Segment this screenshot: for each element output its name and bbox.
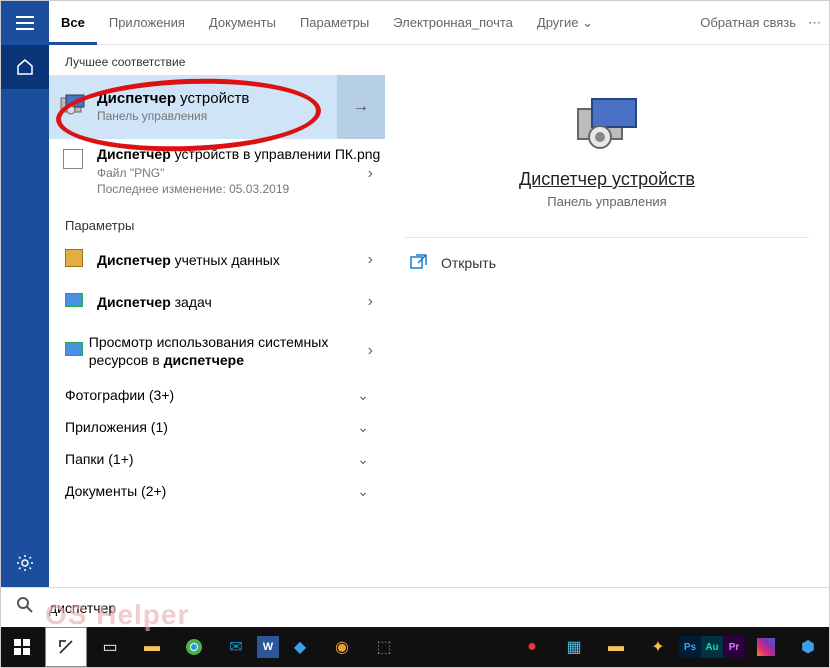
cat-docs[interactable]: Документы (2+)⌄	[49, 475, 385, 507]
params-heading: Параметры	[49, 208, 385, 239]
tb-app8[interactable]: ⬢	[787, 627, 829, 667]
detail-title: Диспетчер устройств	[405, 169, 809, 190]
tab-params[interactable]: Параметры	[288, 1, 381, 45]
tb-app4[interactable]: ▦	[553, 627, 595, 667]
nav-sidebar	[1, 1, 49, 629]
result-device-manager[interactable]: Диспетчер устройств Панель управления →	[49, 75, 385, 139]
file-icon	[49, 145, 97, 169]
device-manager-large-icon	[405, 95, 809, 155]
tb-app5[interactable]: ▬	[595, 627, 637, 667]
settings-icon[interactable]	[1, 541, 49, 585]
filter-tabs: Все Приложения Документы Параметры Элект…	[49, 1, 829, 45]
more-icon[interactable]: ⋯	[808, 15, 821, 31]
tb-app1[interactable]: ◆	[279, 627, 321, 667]
tb-ps[interactable]: Ps	[679, 636, 701, 658]
best-match-heading: Лучшее соответствие	[49, 45, 385, 75]
chevron-down-icon: ⌄	[582, 15, 593, 31]
open-action[interactable]: Открыть	[405, 238, 809, 288]
tb-mail[interactable]: ✉	[215, 627, 257, 667]
detail-subtitle: Панель управления	[405, 194, 809, 209]
tb-app3[interactable]: ⬚	[363, 627, 405, 667]
tab-other[interactable]: Другие ⌄	[525, 1, 605, 45]
chevron-right-icon: ›	[368, 342, 373, 360]
result-png-file[interactable]: Диспетчер устройств в управлении ПК.png …	[49, 139, 385, 208]
result-task-manager[interactable]: Диспетчер задач ›	[49, 281, 385, 323]
tb-chrome[interactable]	[173, 627, 215, 667]
tb-word[interactable]: W	[257, 636, 279, 658]
tb-pr[interactable]: Pr	[723, 636, 745, 658]
cat-apps[interactable]: Приложения (1)⌄	[49, 411, 385, 443]
tab-email[interactable]: Электронная_почта	[381, 1, 525, 45]
result-resource-monitor[interactable]: Просмотр использования системных ресурсо…	[49, 323, 385, 379]
tb-au[interactable]: Au	[701, 636, 723, 658]
device-manager-icon	[49, 92, 97, 122]
chevron-right-icon: ›	[368, 251, 373, 269]
tb-app7[interactable]	[745, 627, 787, 667]
detail-pane: Диспетчер устройств Панель управления От…	[385, 45, 829, 627]
tb-explorer[interactable]: ▬	[131, 627, 173, 667]
tb-rec[interactable]: ●	[511, 627, 553, 667]
menu-icon[interactable]	[1, 1, 49, 45]
start-icon[interactable]	[1, 627, 43, 667]
taskbar: ▭ ▬ ✉ W ◆ ◉ ⬚ ● ▦ ▬ ✦ Ps Au Pr ⬢	[1, 627, 829, 667]
task-view-icon[interactable]: ▭	[89, 627, 131, 667]
chevron-right-icon: ›	[368, 293, 373, 311]
search-icon[interactable]	[1, 596, 49, 619]
cat-folders[interactable]: Папки (1+)⌄	[49, 443, 385, 475]
cortana-icon[interactable]	[45, 627, 87, 667]
feedback-link[interactable]: Обратная связь	[700, 15, 796, 30]
results-pane: Лучшее соответствие Диспетчер устройств …	[49, 45, 385, 627]
open-icon	[409, 254, 427, 272]
search-input[interactable]	[49, 589, 829, 627]
monitor-icon	[65, 293, 97, 312]
credential-icon	[65, 249, 97, 272]
tb-app2[interactable]: ◉	[321, 627, 363, 667]
tab-docs[interactable]: Документы	[197, 1, 288, 45]
result-credential-manager[interactable]: Диспетчер учетных данных ›	[49, 239, 385, 281]
chevron-down-icon: ⌄	[357, 387, 369, 404]
tab-all[interactable]: Все	[49, 1, 97, 45]
home-icon[interactable]	[1, 45, 49, 89]
chevron-down-icon: ⌄	[357, 451, 369, 468]
monitor-icon	[65, 342, 89, 361]
cat-photos[interactable]: Фотографии (3+)⌄	[49, 379, 385, 411]
tab-apps[interactable]: Приложения	[97, 1, 197, 45]
expand-arrow-icon[interactable]: →	[337, 75, 385, 139]
search-row	[1, 587, 829, 627]
chevron-down-icon: ⌄	[357, 483, 369, 500]
tb-app6[interactable]: ✦	[637, 627, 679, 667]
chevron-down-icon: ⌄	[357, 419, 369, 436]
chevron-right-icon: ›	[368, 165, 373, 183]
